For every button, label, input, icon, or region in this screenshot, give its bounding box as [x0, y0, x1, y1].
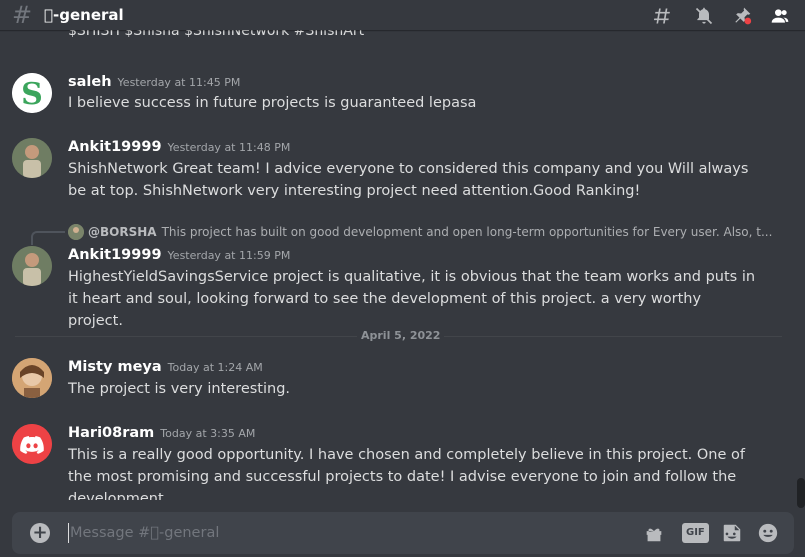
mute-bell-icon[interactable]	[693, 6, 715, 26]
gif-icon[interactable]: GIF	[682, 523, 709, 543]
svg-text:S: S	[21, 77, 43, 112]
reply-author[interactable]: @BORSHA	[88, 225, 157, 239]
message-text: ShishNetwork Great team! I advice everyo…	[68, 161, 749, 199]
date-divider-label: April 5, 2022	[357, 329, 445, 342]
sticker-icon[interactable]	[720, 522, 744, 544]
avatar-misty-meya[interactable]	[12, 358, 52, 398]
message-timestamp: Yesterday at 11:59 PM	[167, 249, 291, 262]
upload-plus-button[interactable]: +	[30, 523, 50, 543]
emoji-icon[interactable]	[756, 522, 780, 544]
gift-icon[interactable]	[642, 522, 666, 544]
message-timestamp: Yesterday at 11:45 PM	[117, 76, 241, 89]
avatar-ankit19999[interactable]	[12, 246, 52, 286]
members-icon[interactable]	[769, 6, 791, 26]
cut-off-message-text: $SHISH $Shisha $ShishNetwork #ShishArt	[68, 30, 365, 39]
text-caret	[68, 523, 69, 543]
reply-text: This project has built on good developme…	[161, 225, 773, 239]
scrollbar-thumb[interactable]	[797, 478, 805, 508]
reply-preview[interactable]: @BORSHA This project has built on good d…	[68, 224, 772, 240]
avatar-ankit19999[interactable]	[12, 138, 52, 178]
message-input[interactable]	[70, 512, 630, 554]
threads-icon[interactable]	[651, 6, 673, 26]
avatar-hari08ram[interactable]	[12, 424, 52, 464]
message-author[interactable]: Hari08ram Today at 3:35 AM	[68, 425, 255, 441]
message-text: I believe success in future projects is …	[68, 95, 477, 111]
message-timestamp: Today at 3:35 AM	[160, 427, 256, 440]
message-list[interactable]: $SHISH $Shisha $ShishNetwork #ShishArt S…	[0, 30, 805, 500]
message-author[interactable]: Ankit19999 Yesterday at 11:48 PM	[68, 139, 290, 155]
message-timestamp: Today at 1:24 AM	[167, 361, 263, 374]
hash-icon: #	[12, 1, 33, 29]
channel-header: #  -general	[0, 0, 805, 30]
message-author[interactable]: saleh Yesterday at 11:45 PM	[68, 74, 240, 90]
reply-avatar	[68, 224, 84, 240]
message-composer: + GIF	[12, 512, 794, 554]
avatar-saleh[interactable]: S	[12, 73, 52, 113]
message-text: HighestYieldSavingsService project is qu…	[68, 269, 756, 329]
message-timestamp: Yesterday at 11:48 PM	[167, 141, 291, 154]
message-author[interactable]: Ankit19999 Yesterday at 11:59 PM	[68, 247, 290, 263]
message-text: This is a really good opportunity. I hav…	[68, 447, 745, 500]
message-author[interactable]: Misty meya Today at 1:24 AM	[68, 359, 263, 375]
message-text: The project is very interesting.	[68, 381, 291, 397]
pin-icon[interactable]	[731, 6, 753, 26]
reply-connector	[31, 231, 65, 245]
channel-name:  -general	[44, 6, 124, 24]
